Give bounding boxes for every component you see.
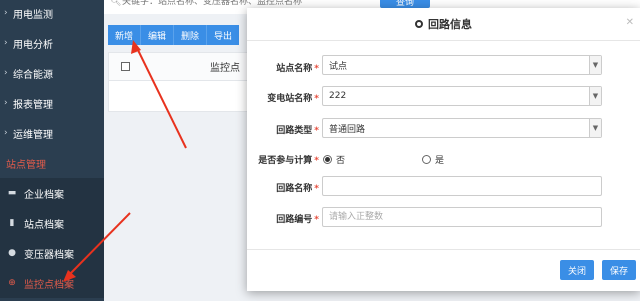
annotation-arrows [63, 40, 187, 282]
annotation-arrow-add [131, 40, 187, 149]
annotation-arrow-monitor-point [63, 212, 131, 282]
